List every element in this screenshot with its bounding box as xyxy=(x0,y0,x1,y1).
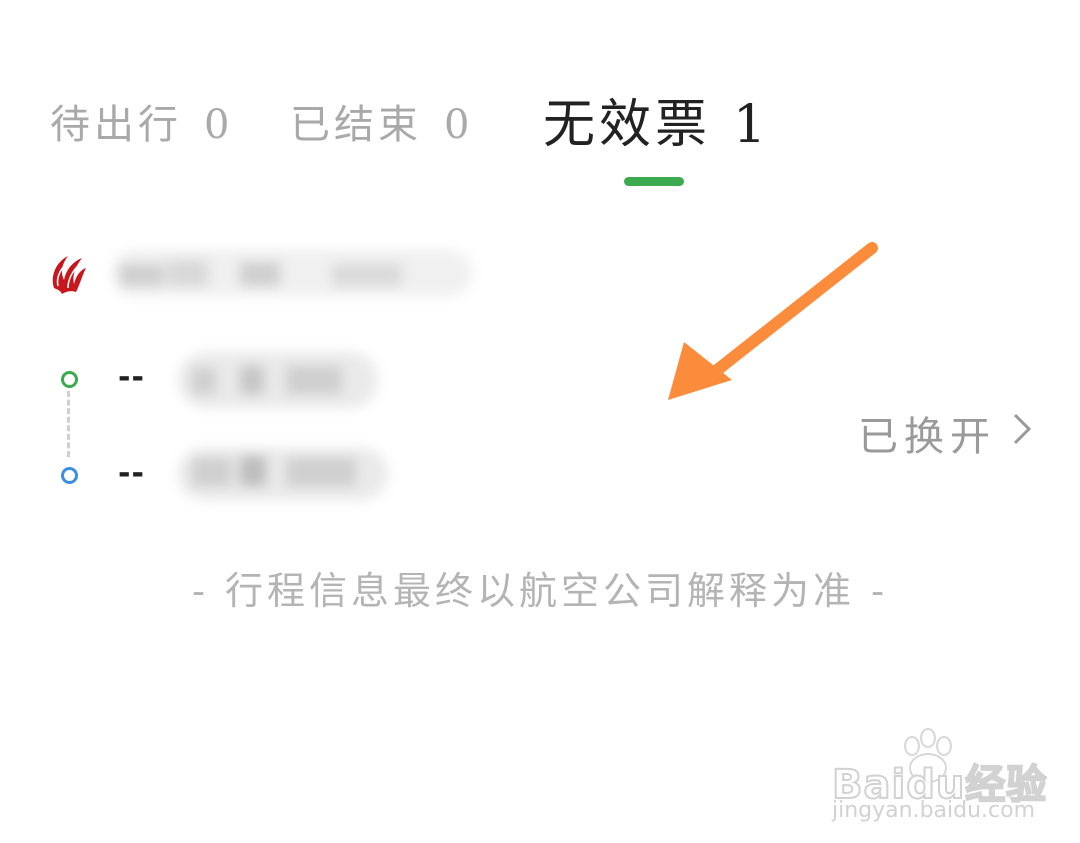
chevron-right-icon[interactable] xyxy=(1010,412,1034,446)
ticket-status[interactable]: 已换开 xyxy=(858,404,996,462)
tab-ended[interactable]: 已结束 0 xyxy=(290,92,473,150)
tab-pending[interactable]: 待出行 0 xyxy=(50,92,233,150)
tab-count: 1 xyxy=(733,95,771,155)
departure-city-redacted xyxy=(178,352,378,408)
arrival-city-redacted xyxy=(178,448,388,500)
arrival-time: -- xyxy=(118,456,145,491)
air-china-phoenix-icon xyxy=(52,256,86,294)
tab-count: 0 xyxy=(444,102,474,148)
tab-invalid[interactable]: 无效票 1 xyxy=(543,82,770,157)
ticket-tabs: 待出行 0 已结束 0 无效票 1 xyxy=(0,0,1080,200)
departure-time: -- xyxy=(118,360,145,395)
departure-dot xyxy=(61,371,78,388)
arrival-dot xyxy=(61,467,78,484)
tab-count: 0 xyxy=(204,102,234,148)
tab-label: 待出行 xyxy=(50,102,182,148)
itinerary-disclaimer: - 行程信息最终以航空公司解释为准 - xyxy=(192,569,888,613)
tab-label: 已结束 xyxy=(290,102,422,148)
active-tab-indicator xyxy=(624,177,684,186)
tab-label: 无效票 xyxy=(543,95,712,155)
route-line xyxy=(67,391,70,457)
airline-name-redacted xyxy=(112,250,472,296)
watermark-url: jingyan.baidu.com xyxy=(832,798,1036,823)
annotation-arrow-icon xyxy=(668,242,878,400)
